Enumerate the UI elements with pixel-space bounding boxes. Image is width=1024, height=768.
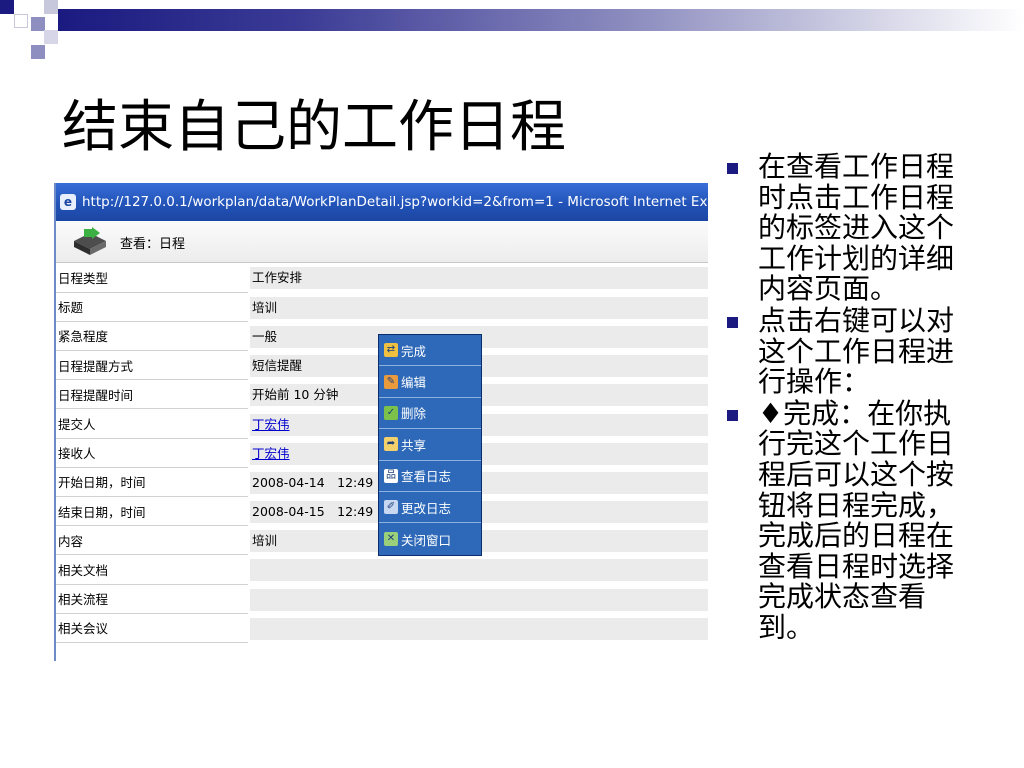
field-label: 内容 bbox=[56, 525, 248, 556]
field-label: 接收人 bbox=[56, 438, 248, 468]
field-label: 日程提醒方式 bbox=[56, 350, 248, 381]
decor-square bbox=[0, 0, 14, 14]
user-link[interactable]: 丁宏伟 bbox=[252, 417, 290, 432]
field-label: 相关流程 bbox=[56, 584, 248, 614]
browser-titlebar: e http://127.0.0.1/workplan/data/WorkPla… bbox=[56, 183, 708, 221]
field-label: 提交人 bbox=[56, 408, 248, 439]
browser-window: e http://127.0.0.1/workplan/data/WorkPla… bbox=[54, 183, 708, 661]
field-label: 日程类型 bbox=[56, 263, 248, 293]
edit-log-icon: ✐ bbox=[384, 500, 398, 515]
context-menu-label: 查看日志 bbox=[401, 469, 452, 485]
bullet-list: 在查看工作日程时点击工作日程的标签进入这个工作计划的详细内容页面。 点击右键可以对… bbox=[725, 150, 961, 645]
field-label: 紧急程度 bbox=[56, 321, 248, 352]
bullet-item: ♦完成：在你执行完这个工作日程后可以这个按钮将日程完成，完成后的日程在查看日程时… bbox=[725, 396, 961, 644]
decor-square bbox=[31, 45, 45, 59]
bullet-square-icon bbox=[727, 409, 738, 421]
field-label: 相关会议 bbox=[56, 613, 248, 643]
context-menu-item[interactable]: ✎ 编辑 bbox=[379, 366, 481, 398]
field-label: 结束日期，时间 bbox=[56, 496, 248, 527]
share-icon: ➦ bbox=[384, 437, 398, 452]
field-value bbox=[250, 617, 708, 640]
slide-title: 结束自己的工作日程 bbox=[62, 95, 566, 160]
header-gradient-bar bbox=[58, 9, 1024, 31]
context-menu-label: 关闭窗口 bbox=[401, 532, 452, 548]
decor-square bbox=[14, 14, 28, 28]
decor-square bbox=[31, 17, 45, 31]
bullet-square-icon bbox=[727, 316, 738, 328]
field-value: 培训 bbox=[250, 296, 708, 319]
view-toolbar: 查看：日程 bbox=[56, 221, 708, 263]
field-value-cell bbox=[248, 554, 708, 585]
table-row: 标题 培训 bbox=[56, 292, 708, 322]
browser-title: http://127.0.0.1/workplan/data/WorkPlanD… bbox=[82, 194, 708, 210]
table-row: 相关会议 bbox=[56, 613, 708, 643]
schedule-view-icon bbox=[74, 227, 106, 255]
field-value bbox=[250, 559, 708, 582]
bullet-text: 在查看工作日程时点击工作日程的标签进入这个工作计划的详细内容页面。 bbox=[758, 150, 955, 306]
close-window-icon: ✕ bbox=[384, 532, 398, 547]
field-label: 标题 bbox=[56, 292, 248, 322]
field-value-cell: 工作安排 bbox=[248, 263, 708, 293]
field-label: 相关文档 bbox=[56, 554, 248, 585]
pencil-icon: ✎ bbox=[384, 374, 398, 389]
context-menu-item[interactable]: ✕ 关闭窗口 bbox=[379, 523, 481, 554]
context-menu-item[interactable]: ⇄ 完成 bbox=[379, 335, 481, 367]
context-menu-label: 删除 bbox=[401, 406, 427, 422]
org-chart-icon: 品 bbox=[384, 468, 398, 483]
flow-icon: ⇄ bbox=[384, 343, 398, 358]
field-value-cell bbox=[248, 613, 708, 643]
table-row: 日程类型 工作安排 bbox=[56, 263, 708, 293]
context-menu-item[interactable]: ✐ 更改日志 bbox=[379, 492, 481, 524]
field-label: 日程提醒时间 bbox=[56, 379, 248, 410]
user-link[interactable]: 丁宏伟 bbox=[252, 446, 290, 461]
check-icon: ✓ bbox=[384, 405, 398, 420]
context-menu: ⇄ 完成 ✎ 编辑 ✓ 删除 ➦ 共享品查看日志 ✐ 更改日志 ✕ 关闭窗口 bbox=[378, 334, 482, 556]
field-value-cell bbox=[248, 584, 708, 614]
decor-square bbox=[44, 0, 58, 14]
field-value bbox=[250, 588, 708, 611]
context-menu-label: 完成 bbox=[401, 343, 427, 359]
field-label: 开始日期，时间 bbox=[56, 467, 248, 498]
bullet-item: 点击右键可以对这个工作日程进行操作： bbox=[725, 303, 961, 399]
context-menu-item[interactable]: 品查看日志 bbox=[379, 461, 481, 492]
bullet-text: ♦完成：在你执行完这个工作日程后可以这个按钮将日程完成，完成后的日程在查看日程时… bbox=[758, 396, 955, 644]
bullet-item: 在查看工作日程时点击工作日程的标签进入这个工作计划的详细内容页面。 bbox=[725, 150, 961, 306]
ie-icon: e bbox=[60, 194, 76, 210]
context-menu-label: 更改日志 bbox=[401, 500, 452, 516]
context-menu-label: 共享 bbox=[401, 437, 427, 453]
context-menu-label: 编辑 bbox=[401, 375, 427, 391]
bullet-text: 点击右键可以对这个工作日程进行操作： bbox=[758, 303, 955, 399]
field-value: 工作安排 bbox=[250, 267, 708, 290]
view-label: 查看：日程 bbox=[120, 236, 186, 252]
field-value-cell: 培训 bbox=[248, 292, 708, 322]
context-menu-item[interactable]: ➦ 共享 bbox=[379, 429, 481, 461]
bullet-square-icon bbox=[727, 163, 738, 174]
context-menu-item[interactable]: ✓ 删除 bbox=[379, 398, 481, 430]
table-row: 相关文档 bbox=[56, 554, 708, 585]
decor-square bbox=[44, 30, 58, 44]
table-row: 相关流程 bbox=[56, 584, 708, 614]
